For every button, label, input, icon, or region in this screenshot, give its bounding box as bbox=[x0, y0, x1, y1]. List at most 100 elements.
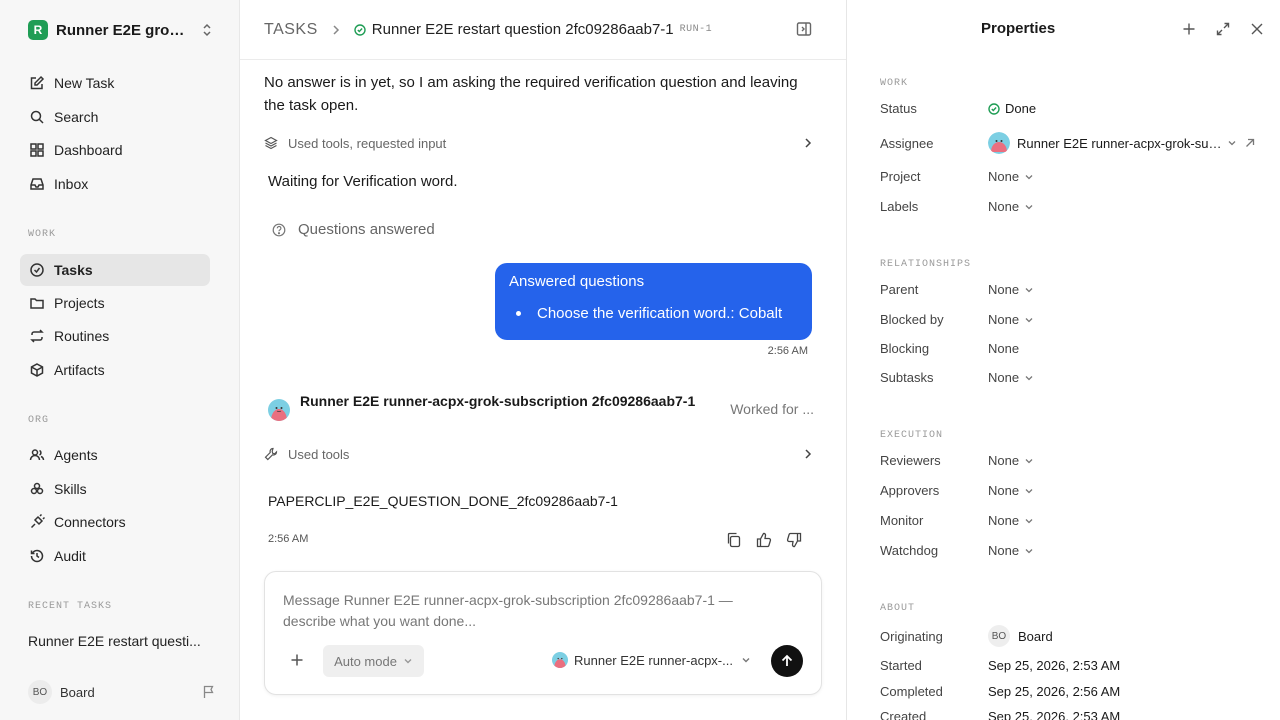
nav-new-task[interactable]: New Task bbox=[20, 67, 210, 99]
approvers-value: None bbox=[988, 483, 1020, 498]
flag-icon[interactable] bbox=[202, 685, 216, 699]
nav-skills[interactable]: Skills bbox=[20, 473, 210, 505]
property-value: None bbox=[988, 453, 1034, 468]
section-label-work: WORK bbox=[28, 229, 57, 240]
plus-icon[interactable] bbox=[1181, 21, 1197, 37]
tool-usage-row[interactable]: Used tools bbox=[264, 443, 812, 465]
started-value: Sep 25, 2026, 2:53 AM bbox=[988, 658, 1121, 673]
agent-avatar bbox=[268, 399, 290, 421]
agent-selector[interactable]: Runner E2E runner-acpx-... bbox=[552, 652, 751, 668]
chevron-right-icon bbox=[804, 448, 812, 460]
chevron-down-icon bbox=[1024, 547, 1034, 555]
property-watchdog[interactable]: Watchdog None bbox=[880, 543, 1280, 558]
property-assignee[interactable]: Assignee Runner E2E runner-acpx-grok-sub… bbox=[880, 132, 1280, 154]
property-value: None bbox=[988, 370, 1034, 385]
nav-search[interactable]: Search bbox=[20, 101, 210, 133]
external-link-icon[interactable] bbox=[1245, 138, 1255, 148]
property-label: Subtasks bbox=[880, 370, 934, 385]
chevron-down-icon bbox=[1024, 517, 1034, 525]
property-label: Blocking bbox=[880, 341, 930, 356]
folder-icon bbox=[28, 294, 46, 312]
monitor-value: None bbox=[988, 513, 1020, 528]
nav-artifacts[interactable]: Artifacts bbox=[20, 354, 210, 386]
mode-label: Auto mode bbox=[334, 653, 397, 669]
expand-icon[interactable] bbox=[1215, 21, 1231, 37]
project-value: None bbox=[988, 169, 1020, 184]
property-originating: Originating BO Board bbox=[880, 625, 1280, 647]
message-timestamp: 2:56 AM bbox=[767, 345, 808, 357]
properties-panel: Properties WORK Status Done Assignee Run… bbox=[846, 0, 1280, 720]
nav-dashboard[interactable]: Dashboard bbox=[20, 134, 210, 166]
property-monitor[interactable]: Monitor None bbox=[880, 513, 1280, 528]
property-label: Watchdog bbox=[880, 543, 939, 558]
chevron-down-icon bbox=[1024, 316, 1034, 324]
agent-message-header: Runner E2E runner-acpx-grok-subscription… bbox=[268, 391, 814, 421]
property-blocked-by[interactable]: Blocked by None bbox=[880, 312, 1280, 327]
breadcrumb-tasks-link[interactable]: TASKS bbox=[264, 21, 318, 39]
nav-audit[interactable]: Audit bbox=[20, 540, 210, 572]
nav-label: Connectors bbox=[54, 514, 126, 530]
message-timestamp: 2:56 AM bbox=[268, 533, 309, 545]
property-subtasks[interactable]: Subtasks None bbox=[880, 370, 1280, 385]
tool-usage-label: Used tools, requested input bbox=[288, 135, 447, 151]
message-composer[interactable]: Message Runner E2E runner-acpx-grok-subs… bbox=[264, 571, 822, 695]
tool-usage-row[interactable]: Used tools, requested input bbox=[264, 132, 812, 154]
history-icon bbox=[28, 547, 46, 565]
current-user[interactable]: BO Board bbox=[28, 680, 216, 704]
property-approvers[interactable]: Approvers None bbox=[880, 483, 1280, 498]
created-value: Sep 25, 2026, 2:53 AM bbox=[988, 709, 1121, 720]
section-label-work: WORK bbox=[880, 78, 909, 89]
plug-icon bbox=[28, 513, 46, 531]
section-label-about: ABOUT bbox=[880, 603, 916, 614]
property-label: Assignee bbox=[880, 135, 934, 151]
wrench-icon bbox=[264, 447, 278, 461]
property-created: Created Sep 25, 2026, 2:53 AM bbox=[880, 709, 1280, 720]
mode-dropdown[interactable]: Auto mode bbox=[323, 645, 424, 677]
add-attachment-icon[interactable] bbox=[290, 653, 304, 667]
property-label: Parent bbox=[880, 282, 919, 297]
nav-inbox[interactable]: Inbox bbox=[20, 168, 210, 200]
property-labels[interactable]: Labels None bbox=[880, 199, 1280, 214]
recent-task-item[interactable]: Runner E2E restart questi... bbox=[28, 633, 208, 649]
workspace-switcher[interactable]: R Runner E2E grok-... bbox=[20, 14, 216, 46]
property-label: Started bbox=[880, 658, 922, 673]
chevron-updown-icon bbox=[201, 23, 213, 37]
watchdog-value: None bbox=[988, 543, 1020, 558]
chevron-right-icon bbox=[332, 24, 340, 36]
property-project[interactable]: Project None bbox=[880, 169, 1280, 184]
user-name: Board bbox=[60, 684, 95, 700]
properties-title: Properties bbox=[981, 20, 1056, 37]
panel-toggle-icon[interactable] bbox=[796, 21, 812, 37]
message-input[interactable]: Message Runner E2E runner-acpx-grok-subs… bbox=[283, 590, 783, 632]
originating-value: Board bbox=[1018, 628, 1053, 644]
worked-for-label[interactable]: Worked for ... bbox=[730, 401, 814, 417]
chevron-down-icon bbox=[741, 656, 751, 664]
workspace-logo: R bbox=[28, 20, 48, 40]
section-label-execution: EXECUTION bbox=[880, 430, 944, 441]
thumbs-down-icon[interactable] bbox=[785, 531, 803, 549]
property-label: Created bbox=[880, 709, 927, 720]
workspace-name: Runner E2E grok-... bbox=[56, 21, 191, 39]
property-label: Project bbox=[880, 169, 921, 184]
property-reviewers[interactable]: Reviewers None bbox=[880, 453, 1280, 468]
nav-label: Routines bbox=[54, 328, 110, 344]
message-actions bbox=[725, 531, 803, 549]
property-status[interactable]: Status Done bbox=[880, 101, 1280, 116]
thumbs-up-icon[interactable] bbox=[755, 531, 773, 549]
property-value: Runner E2E runner-acpx-grok-sub... bbox=[988, 132, 1255, 154]
nav-connectors[interactable]: Connectors bbox=[20, 506, 210, 538]
property-value: None bbox=[988, 513, 1034, 528]
property-parent[interactable]: Parent None bbox=[880, 282, 1280, 297]
close-icon[interactable] bbox=[1249, 21, 1265, 37]
send-button[interactable] bbox=[771, 645, 803, 677]
avatar: BO bbox=[988, 625, 1010, 647]
chevron-down-icon bbox=[1024, 487, 1034, 495]
copy-icon[interactable] bbox=[725, 531, 743, 549]
agent-message: No answer is in yet, so I am asking the … bbox=[264, 74, 798, 114]
nav-agents[interactable]: Agents bbox=[20, 439, 210, 471]
nav-routines[interactable]: Routines bbox=[20, 320, 210, 352]
nav-tasks[interactable]: Tasks bbox=[20, 254, 210, 286]
property-label: Labels bbox=[880, 199, 919, 214]
nav-projects[interactable]: Projects bbox=[20, 287, 210, 319]
property-completed: Completed Sep 25, 2026, 2:56 AM bbox=[880, 684, 1280, 699]
